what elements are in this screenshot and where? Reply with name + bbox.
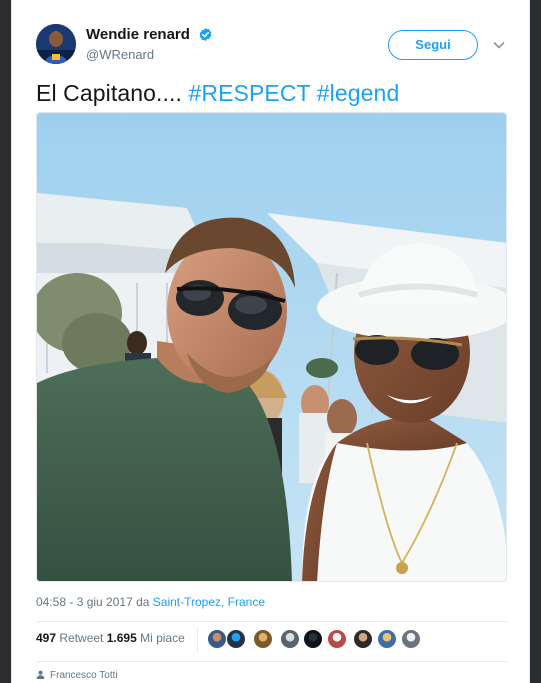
- retweet-label[interactable]: Retweet: [56, 631, 107, 645]
- tweet-stats: 497 Retweet 1.695 Mi piace: [36, 631, 185, 645]
- hashtag-legend[interactable]: #legend: [317, 80, 400, 106]
- liker-avatar[interactable]: [280, 629, 300, 649]
- verified-badge-icon: [199, 27, 212, 42]
- tweet-timestamp: 04:58 - 3 giu 2017 da Saint-Tropez, Fran…: [36, 595, 265, 609]
- divider: [36, 661, 507, 662]
- tagged-people[interactable]: Francesco Totti: [36, 670, 118, 681]
- tweet-text-plain: El Capitano....: [36, 80, 189, 106]
- liker-avatar[interactable]: [253, 629, 273, 649]
- stats-divider: [197, 628, 198, 652]
- liker-avatar[interactable]: [327, 629, 347, 649]
- author-handle[interactable]: @WRenard: [86, 47, 154, 62]
- author-name[interactable]: Wendie renard: [86, 26, 190, 43]
- retweet-count[interactable]: 497: [36, 631, 56, 645]
- tweet-time[interactable]: 04:58 - 3 giu 2017 da: [36, 595, 153, 609]
- tweet-location[interactable]: Saint-Tropez, France: [153, 595, 265, 609]
- tweet-photo[interactable]: [36, 112, 507, 582]
- like-count[interactable]: 1.695: [107, 631, 137, 645]
- liker-avatar[interactable]: [226, 629, 246, 649]
- liker-avatar[interactable]: [207, 629, 227, 649]
- tweet-card: Wendie renard @WRenard Segui El Capitano…: [11, 0, 530, 683]
- tagged-person-name[interactable]: Francesco Totti: [50, 670, 118, 681]
- like-label[interactable]: Mi piace: [137, 631, 185, 645]
- hashtag-respect[interactable]: #RESPECT: [188, 80, 310, 106]
- liker-avatar[interactable]: [377, 629, 397, 649]
- divider: [36, 621, 507, 622]
- liker-avatar[interactable]: [353, 629, 373, 649]
- follow-button[interactable]: Segui: [388, 30, 478, 60]
- tweet-text: El Capitano.... #RESPECT #legend: [36, 78, 399, 108]
- author-avatar[interactable]: [36, 24, 76, 64]
- liker-avatar[interactable]: [303, 629, 323, 649]
- liker-avatar[interactable]: [401, 629, 421, 649]
- person-icon: [36, 670, 45, 679]
- chevron-down-icon[interactable]: [492, 38, 506, 52]
